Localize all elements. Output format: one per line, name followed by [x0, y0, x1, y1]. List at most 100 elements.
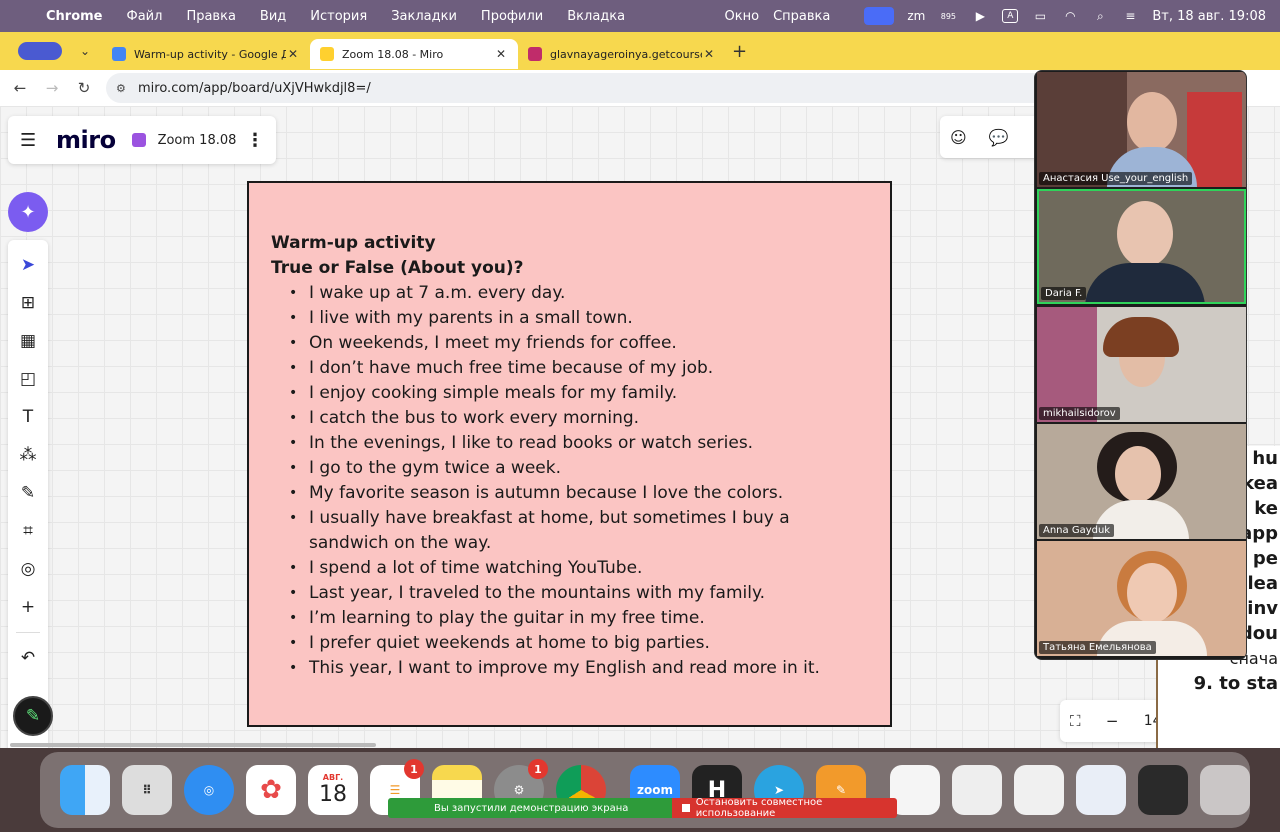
list-item: Last year, I traveled to the mountains w… — [271, 581, 866, 606]
stop-share-button[interactable]: Остановить совместное использование — [672, 797, 897, 819]
participant-tile[interactable]: mikhailsidorov — [1037, 307, 1246, 422]
site-settings-icon[interactable]: ⚙ — [116, 82, 130, 95]
avatar — [1117, 201, 1173, 267]
document-thumbnail-icon[interactable] — [952, 765, 1002, 815]
screen-share-icon[interactable] — [864, 7, 895, 25]
url-text: miro.com/app/board/uXjVHwkdjl8=/ — [138, 80, 371, 96]
chevron-down-icon[interactable]: ⌄ — [80, 44, 102, 58]
horizontal-scrollbar[interactable] — [10, 743, 376, 747]
google-docs-icon — [112, 47, 126, 61]
list-item: I don’t have much free time because of m… — [271, 356, 866, 381]
close-icon[interactable]: ✕ — [494, 47, 508, 61]
battery-icon[interactable]: ▭ — [1032, 9, 1048, 23]
menu-tab[interactable]: Вкладка — [567, 9, 625, 24]
frame-tool[interactable]: ⌗ — [8, 512, 48, 550]
menu-history[interactable]: История — [310, 9, 367, 24]
pen-mode-button[interactable]: ✎ — [13, 696, 53, 736]
zoom-gallery-panel[interactable]: Анастасия Use_your_english Daria F. mikh… — [1034, 70, 1247, 660]
back-icon[interactable]: ← — [4, 79, 36, 97]
menu-view[interactable]: Вид — [260, 9, 286, 24]
avatar — [1127, 92, 1177, 152]
add-tool[interactable]: + — [8, 588, 48, 626]
list-item: My favorite season is autumn because I l… — [271, 481, 866, 506]
shapes-tool[interactable]: ⁂ — [8, 436, 48, 474]
statement-list: I wake up at 7 a.m. every day. I live wi… — [271, 281, 866, 681]
notification-count-badge[interactable]: 895 — [938, 9, 958, 23]
menu-profiles[interactable]: Профили — [481, 9, 543, 24]
warmup-card[interactable]: Warm-up activity True or False (About yo… — [247, 181, 892, 727]
miro-icon — [320, 47, 334, 61]
comments-icon[interactable]: 💬 — [989, 128, 1009, 147]
participant-name: Анастасия Use_your_english — [1039, 172, 1193, 185]
apps-tool[interactable]: ◎ — [8, 550, 48, 588]
play-icon[interactable]: ▶ — [972, 9, 988, 23]
close-icon[interactable]: ✕ — [286, 47, 300, 61]
templates-tool[interactable]: ⊞ — [8, 284, 48, 322]
fit-to-screen-icon[interactable]: ⛶ — [1070, 712, 1081, 730]
reload-icon[interactable]: ↻ — [68, 79, 100, 97]
participant-tile[interactable]: Daria F. — [1037, 189, 1246, 304]
zoom-window-thumbnail-icon[interactable] — [1076, 765, 1126, 815]
finder-icon[interactable] — [60, 765, 110, 815]
sticky-note-tool[interactable]: ◰ — [8, 360, 48, 398]
notification-badge: 1 — [404, 759, 424, 779]
participant-tile[interactable]: Татьяна Емельянова — [1037, 541, 1246, 656]
text-tool[interactable]: T — [8, 398, 48, 436]
participant-tile[interactable]: Anna Gayduk — [1037, 424, 1246, 539]
tab-miro[interactable]: Zoom 18.08 - Miro ✕ — [310, 39, 518, 69]
macos-menubar: Chrome Файл Правка Вид История Закладки … — [0, 0, 1280, 32]
address-bar[interactable]: ⚙ miro.com/app/board/uXjVHwkdjl8=/ — [106, 73, 1066, 103]
participant-name: Anna Gayduk — [1039, 524, 1115, 537]
menu-file[interactable]: Файл — [127, 9, 163, 24]
board-name[interactable]: Zoom 18.08 — [158, 133, 237, 148]
participant-name: mikhailsidorov — [1039, 407, 1120, 420]
tab-google-docs[interactable]: Warm-up activity - Google Доки ✕ — [102, 39, 310, 69]
list-item: I catch the bus to work every morning. — [271, 406, 866, 431]
miro-logo[interactable]: miro — [56, 126, 116, 154]
menu-help[interactable]: Справка — [773, 9, 830, 24]
document-thumbnail-icon[interactable] — [1014, 765, 1064, 815]
ai-sparkle-button[interactable]: ✦ — [8, 192, 48, 232]
tab-group-pill[interactable] — [18, 42, 62, 60]
keyboard-layout-icon[interactable]: A — [1002, 9, 1019, 23]
zoom-menubar-icon[interactable]: zm — [907, 9, 925, 23]
more-options-icon[interactable]: ⋮ — [246, 130, 264, 151]
participant-tile[interactable]: Анастасия Use_your_english — [1037, 72, 1246, 187]
zoom-window-thumbnail-icon[interactable] — [1138, 765, 1188, 815]
search-icon[interactable]: ⌕ — [1092, 9, 1108, 23]
list-item: I’m learning to play the guitar in my fr… — [271, 606, 866, 631]
zoom-out-button[interactable]: − — [1106, 712, 1119, 730]
select-tool[interactable]: ➤ — [8, 246, 48, 284]
pen-tool[interactable]: ✎ — [8, 474, 48, 512]
calendar-icon[interactable]: АВГ. 18 — [308, 765, 358, 815]
list-item: In the evenings, I like to read books or… — [271, 431, 866, 456]
list-item: I wake up at 7 a.m. every day. — [271, 281, 866, 306]
list-item: I usually have breakfast at home, but so… — [271, 506, 866, 556]
clock[interactable]: Вт, 18 авг. 19:08 — [1152, 9, 1266, 24]
safari-icon[interactable]: ◎ — [184, 765, 234, 815]
list-item: This year, I want to improve my English … — [271, 656, 866, 681]
close-icon[interactable]: ✕ — [702, 47, 716, 61]
list-item: I prefer quiet weekends at home to big p… — [271, 631, 866, 656]
new-tab-button[interactable]: + — [732, 41, 747, 62]
photos-icon[interactable]: ✿ — [246, 765, 296, 815]
undo-icon[interactable]: ↶ — [8, 639, 48, 677]
apple-icon[interactable] — [12, 8, 26, 24]
document-thumbnail-icon[interactable] — [890, 765, 940, 815]
menu-window[interactable]: Окно — [725, 9, 760, 24]
menu-chrome[interactable]: Chrome — [46, 9, 103, 24]
reactions-icon[interactable]: ☺ — [950, 128, 967, 147]
menu-edit[interactable]: Правка — [186, 9, 235, 24]
list-item: I spend a lot of time watching YouTube. — [271, 556, 866, 581]
launchpad-icon[interactable]: ⠿ — [122, 765, 172, 815]
stop-icon — [682, 804, 690, 812]
frame-layout-tool[interactable]: ▦ — [8, 322, 48, 360]
menu-bookmarks[interactable]: Закладки — [391, 9, 457, 24]
menu-icon[interactable]: ☰ — [20, 130, 42, 151]
tab-getcourse[interactable]: glavnayageroinya.getcourse.ru ✕ — [518, 39, 726, 69]
getcourse-icon — [528, 47, 542, 61]
wifi-icon[interactable]: ◠ — [1062, 9, 1078, 23]
trash-icon[interactable] — [1200, 765, 1250, 815]
forward-icon[interactable]: → — [36, 79, 68, 97]
control-center-icon[interactable]: ≡ — [1122, 9, 1138, 23]
